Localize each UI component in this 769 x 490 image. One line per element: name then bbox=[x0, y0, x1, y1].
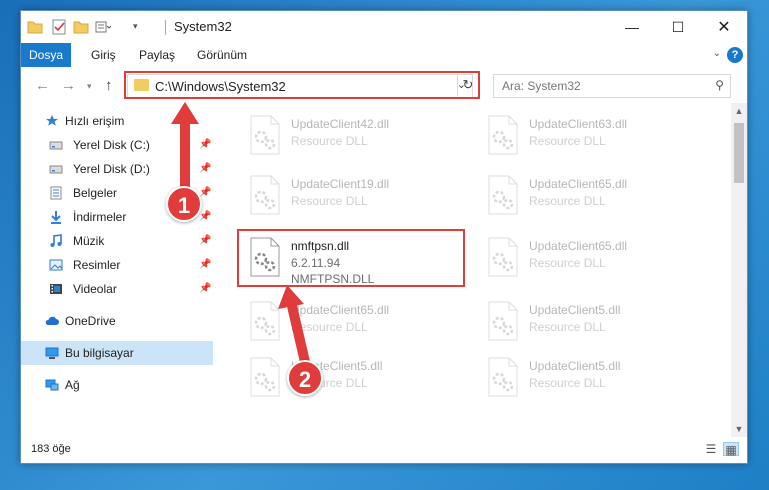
step-2-badge: 2 bbox=[287, 360, 323, 396]
step-1-badge: 1 bbox=[166, 186, 202, 222]
arrow-1 bbox=[171, 102, 199, 193]
arrow-2 bbox=[278, 285, 310, 367]
annotation-arrows bbox=[171, 102, 310, 367]
